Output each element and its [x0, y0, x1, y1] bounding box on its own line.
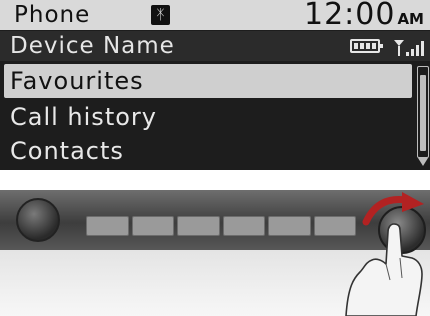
clock: 12:00 AM: [304, 0, 424, 31]
preset-button[interactable]: [222, 216, 265, 236]
menu-item-favourites[interactable]: Favourites: [4, 64, 412, 98]
preset-button[interactable]: [268, 216, 311, 236]
preset-button[interactable]: [131, 216, 174, 236]
dashboard-illustration: [0, 190, 430, 316]
screen-title: Phone: [14, 2, 91, 28]
volume-knob[interactable]: [16, 198, 60, 242]
scroll-down-arrow-icon[interactable]: [418, 158, 428, 166]
menu-item-contacts[interactable]: Contacts: [4, 134, 412, 168]
clock-ampm: AM: [397, 10, 424, 28]
clock-time: 12:00: [303, 0, 396, 32]
menu-item-call-history[interactable]: Call history: [4, 100, 412, 134]
signal-strength-icon: [394, 40, 424, 56]
title-bar: Phone ᛡ 12:00 AM: [0, 0, 430, 31]
scroll-thumb[interactable]: [420, 75, 426, 151]
preset-button[interactable]: [86, 216, 129, 236]
device-bar: Device Name: [0, 31, 430, 61]
device-name: Device Name: [10, 33, 175, 59]
hand-pointer-icon: [345, 223, 423, 316]
scrollbar[interactable]: [417, 66, 429, 170]
preset-button[interactable]: [177, 216, 220, 236]
head-unit-display: Phone ᛡ 12:00 AM Device Name Favourites C…: [0, 0, 430, 170]
preset-button-row: [86, 216, 356, 236]
battery-icon: [350, 39, 383, 53]
bluetooth-icon: ᛡ: [151, 5, 170, 25]
scroll-track[interactable]: [417, 66, 429, 158]
